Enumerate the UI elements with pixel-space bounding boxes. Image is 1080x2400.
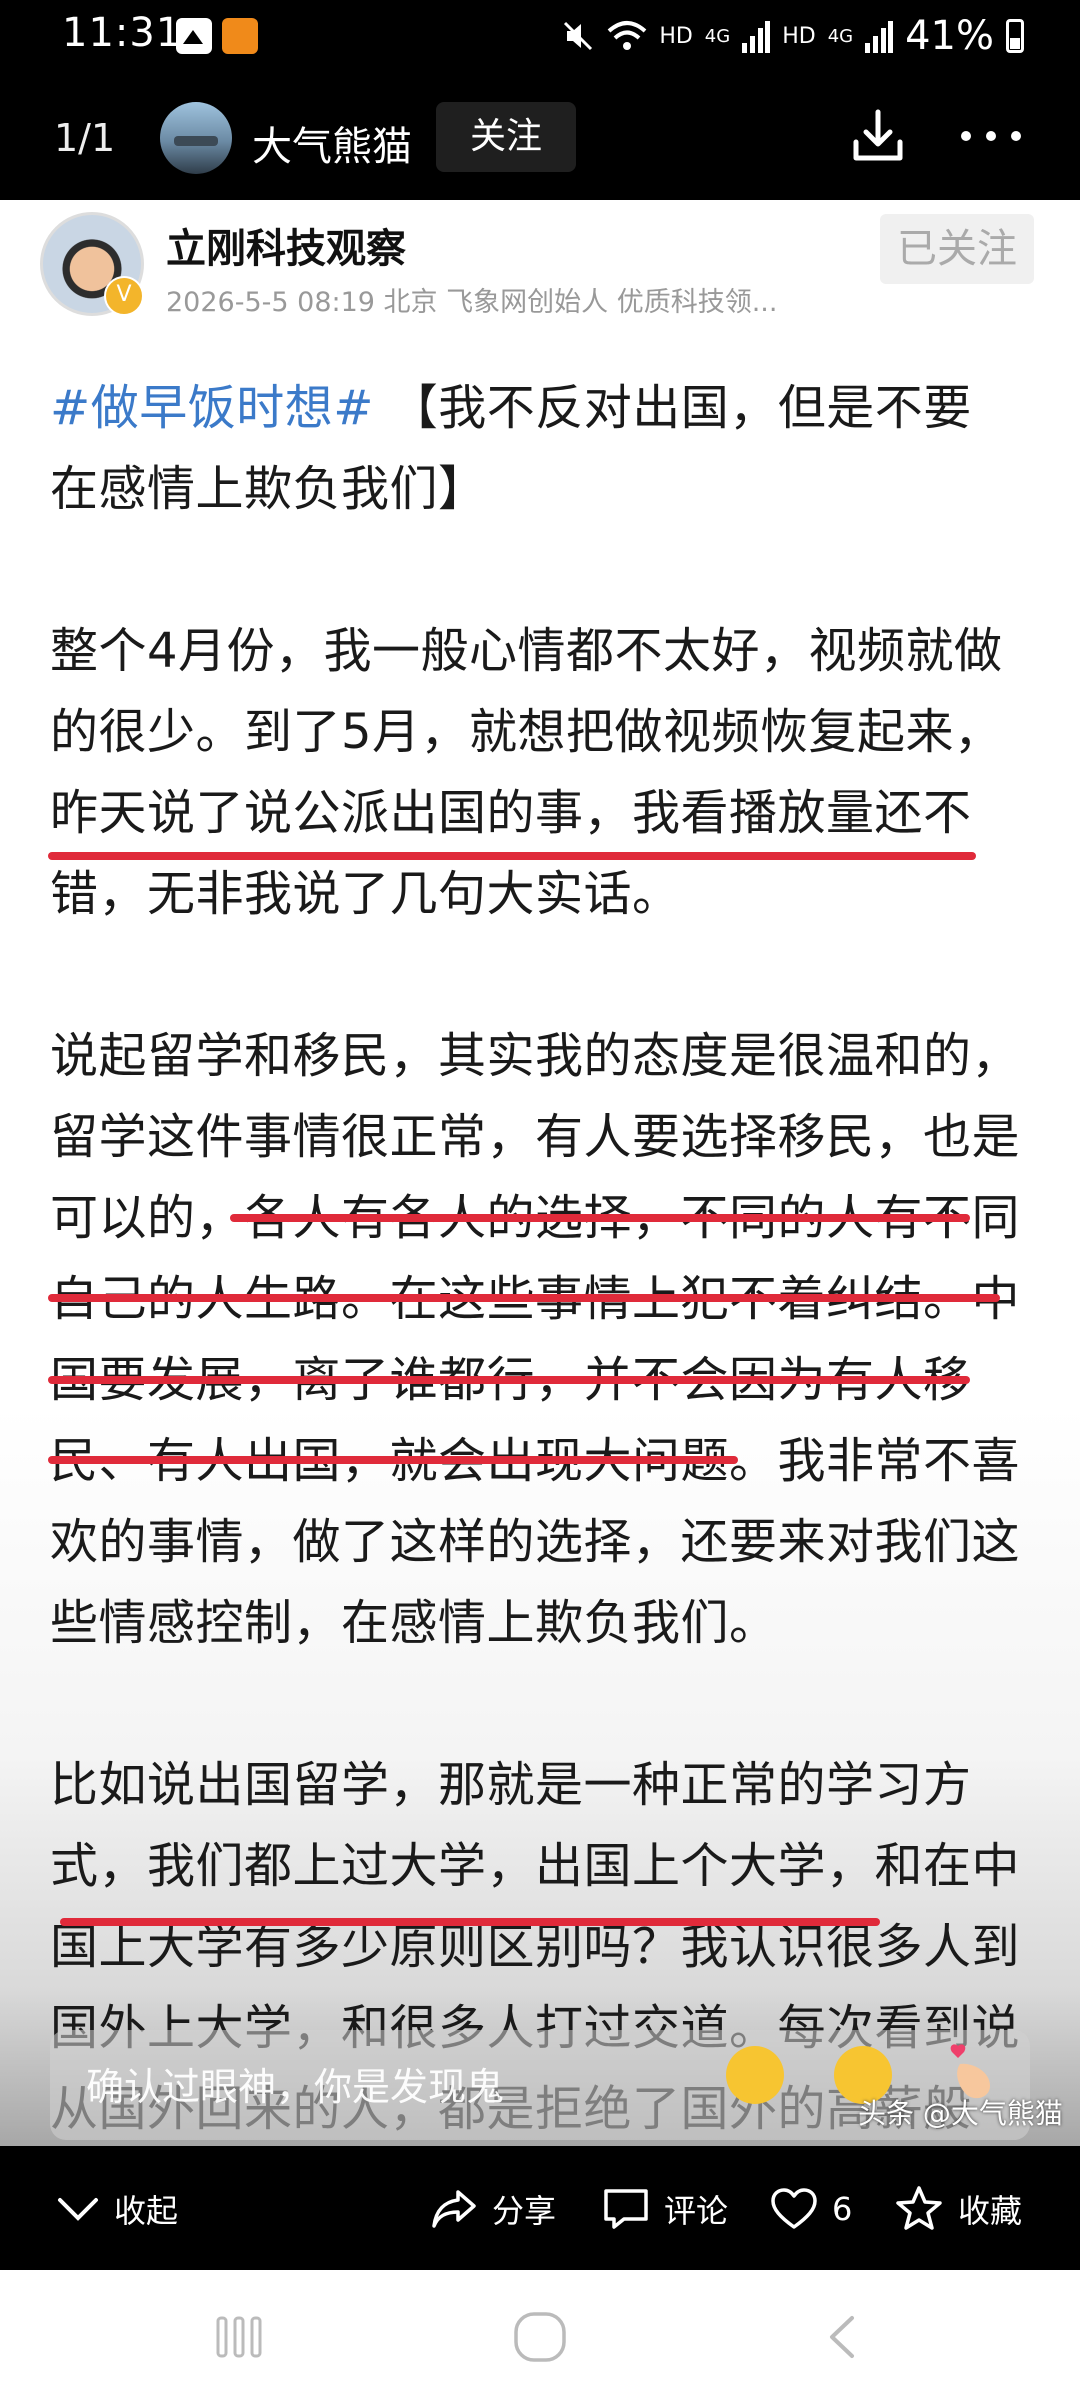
share-button[interactable]: 分享 [430,2186,556,2232]
author-avatar[interactable] [160,102,232,174]
page-counter: 1/1 [54,116,116,160]
back-icon[interactable] [822,2312,862,2362]
battery-percent: 41% [905,13,994,59]
poster-name: 立刚科技观察 [166,226,406,272]
collapse-label: 收起 [114,2192,179,2230]
highlight-underline [230,1214,970,1222]
hashtag: #做早饭时想# [50,380,374,436]
post-paragraph: 说起留学和移民，其实我的态度是很温和的，留学这件事情很正常，有人要选择移民，也是… [50,1028,1021,1651]
image-icon [176,18,212,54]
signal-label: 4G [704,25,731,47]
share-icon [432,2190,476,2228]
mute-icon [564,21,593,51]
more-options-icon[interactable] [958,128,1024,144]
post-body: #做早饭时想# 【我不反对出国，但是不要在感情上欺负我们】 整个4月份，我一般心… [50,368,1020,2146]
comment-label: 评论 [664,2192,729,2230]
status-right: HD 4G HD 4G 41% [561,13,1024,59]
highlight-underline [48,1456,738,1464]
highlight-underline [48,1376,970,1384]
post-meta: 2026-5-5 08:19 北京 飞象网创始人 优质科技领... [166,287,778,318]
follow-button[interactable]: 关注 [436,102,576,172]
grin-emoji-icon [726,2046,784,2104]
system-nav-bar [0,2270,1080,2400]
favorite-label: 收藏 [958,2192,1023,2230]
like-count: 6 [832,2190,853,2228]
share-label: 分享 [492,2192,557,2230]
network-label: HD [659,23,693,49]
post-title-paragraph: #做早饭时想# 【我不反对出国，但是不要在感情上欺负我们】 [50,368,1020,530]
highlight-underline [48,1294,1000,1302]
watermark: 头条 @大气熊猫 [858,2097,1063,2130]
author-name[interactable]: 大气熊猫 [252,114,412,172]
status-time: 11:31 [62,10,183,56]
heart-icon [771,2188,817,2229]
action-bar: 收起 分享 评论 6 收藏 [0,2146,1080,2270]
floating-comment-text: 确认过眼神，你是发现鬼 [86,2065,505,2109]
network-label-2: HD [782,23,816,49]
collapse-button[interactable]: 收起 [56,2186,178,2232]
followed-button: 已关注 [880,214,1034,284]
signal-icon [742,21,771,53]
star-icon [896,2186,942,2230]
wifi-icon [607,21,647,50]
viewer-header: 1/1 大气熊猫 关注 [0,76,1080,200]
highlight-underline [48,852,976,860]
favorite-button[interactable]: 收藏 [894,2186,1022,2232]
download-icon[interactable] [848,106,908,166]
status-bar: 11:31 HD 4G HD 4G 41% [0,0,1080,76]
post-paragraph: 整个4月份，我一般心情都不太好，视频就做的很少。到了5月，就想把做视频恢复起来，… [50,623,1003,922]
signal-label-2: 4G [827,25,854,47]
battery-icon [1006,19,1024,53]
post-screenshot-image[interactable]: V 立刚科技观察 2026-5-5 08:19 北京 飞象网创始人 优质科技领.… [0,200,1080,2146]
comment-button[interactable]: 评论 [602,2186,728,2232]
app-notification-icon [222,18,258,54]
comment-icon [604,2189,648,2229]
recent-apps-icon[interactable] [214,2314,264,2360]
highlight-underline [60,1918,880,1926]
like-button[interactable]: 6 [770,2186,852,2232]
chevron-down-icon [58,2198,98,2221]
signal-icon-2 [865,21,894,53]
home-icon[interactable] [512,2310,568,2364]
verified-badge: V [104,276,144,316]
